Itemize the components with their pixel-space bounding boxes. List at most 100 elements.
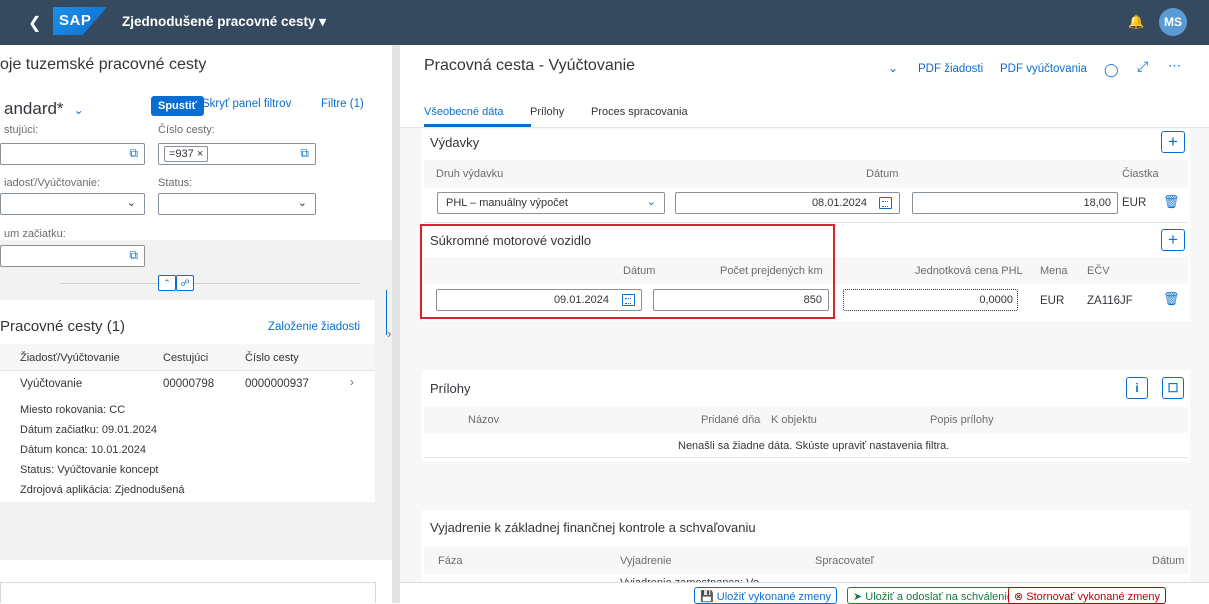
tab-selection-indicator <box>424 124 531 127</box>
pdf-request-link[interactable]: PDF žiadosti <box>918 63 983 75</box>
expenses-header <box>424 160 1188 188</box>
attachments-title: Prílohy <box>430 381 471 396</box>
col-expense-type: Druh výdavku <box>436 168 504 180</box>
col-processor: Spracovateľ <box>815 555 874 567</box>
amount-value: 18,00 <box>1083 197 1111 209</box>
notifications-icon[interactable]: 🔔 <box>1128 14 1144 30</box>
col-object: K objektu <box>771 414 817 426</box>
tab-process[interactable]: Proces spracovania <box>591 106 688 118</box>
unit-price-value: 0,0000 <box>979 294 1013 306</box>
amount-input[interactable]: 18,00 <box>912 192 1118 214</box>
status-select[interactable]: ⌄ <box>158 193 316 215</box>
divider <box>424 457 1188 458</box>
col-statement: Vyjadrenie <box>620 555 672 567</box>
control-title: Vyjadrenie k základnej finančnej kontrol… <box>430 520 756 535</box>
divider <box>424 222 1188 223</box>
expense-date-input[interactable]: 08.01.2024 <box>675 192 900 214</box>
save-label: Uložiť vykonané zmeny <box>716 591 831 603</box>
detail-start: Dátum začiatku: 09.01.2024 <box>20 424 157 436</box>
calendar-icon[interactable] <box>879 197 892 209</box>
collapse-header-icon[interactable]: ⌃ <box>158 275 176 291</box>
car-plate: ZA116JF <box>1087 295 1133 307</box>
expand-icon[interactable]: › <box>387 326 391 341</box>
expense-type-value: PHL – manuálny výpočet <box>446 197 568 209</box>
avatar[interactable]: MS <box>1159 8 1187 36</box>
tab-attachments[interactable]: Prílohy <box>530 106 564 118</box>
tab-general[interactable]: Všeobecné dáta <box>424 106 504 118</box>
table-row[interactable] <box>0 372 375 502</box>
pdf-settlement-link[interactable]: PDF vyúčtovania <box>1000 63 1087 75</box>
col-date: Dátum <box>1152 555 1185 567</box>
col-expense-date: Dátum <box>866 168 899 180</box>
add-expense-button[interactable]: + <box>1161 131 1185 153</box>
save-icon: 💾 <box>700 591 714 603</box>
col-added: Pridané dňa <box>701 414 761 426</box>
value-help-icon[interactable]: ⧉ <box>129 248 138 263</box>
info-icon[interactable]: i <box>1126 377 1148 399</box>
control-header <box>424 547 1188 574</box>
expense-date-value: 08.01.2024 <box>811 197 867 209</box>
col-type: Žiadosť/Vyúčtovanie <box>20 352 120 364</box>
chevron-down-icon: ⌄ <box>73 103 84 117</box>
footer-bar: 💾 Uložiť vykonané zmeny ➤ Uložiť a odosl… <box>400 582 1209 604</box>
left-page-title: oje tuzemské pracovné cesty <box>0 56 207 73</box>
col-trip-no: Číslo cesty <box>245 352 299 364</box>
filter-label-traveler: stujúci: <box>4 124 39 136</box>
expenses-title: Výdavky <box>430 135 480 150</box>
no-data-text: Nenašli sa žiadne dáta. Skúste upraviť n… <box>678 440 950 452</box>
trip-no-input[interactable]: =937 × ⧉ <box>158 143 316 165</box>
variant-selector[interactable]: andard* ⌄ <box>4 99 84 119</box>
col-traveler: Cestujúci <box>163 352 209 364</box>
back-icon[interactable]: ❮ <box>28 13 41 33</box>
send-icon: ➤ <box>853 591 863 603</box>
filters-link[interactable]: Filtre (1) <box>321 98 364 110</box>
more-icon[interactable]: ⋯ <box>1168 58 1181 74</box>
app-title-menu[interactable]: Zjednodušené pracovné cesty ▾ <box>122 14 326 30</box>
chevron-down-icon: ⌄ <box>646 196 656 208</box>
chevron-down-icon: ⌄ <box>297 197 307 209</box>
pin-header-icon[interactable]: ☍ <box>176 275 194 291</box>
go-button[interactable]: Spustiť <box>151 96 204 116</box>
row-traveler: 00000798 <box>163 378 215 390</box>
trip-token[interactable]: =937 × <box>164 146 209 162</box>
chevron-down-icon[interactable]: ⌄ <box>888 61 898 75</box>
start-date-input[interactable]: ⧉ <box>0 245 145 267</box>
col-plate: EČV <box>1087 265 1110 277</box>
splitter[interactable] <box>392 45 400 603</box>
detail-end: Dátum konca: 10.01.2024 <box>20 444 146 456</box>
cancel-label: Stornovať vykonané zmeny <box>1026 591 1161 603</box>
preview-icon[interactable]: ☐ <box>1162 377 1184 399</box>
type-select[interactable]: ⌄ <box>0 193 145 215</box>
object-title: Pracovná cesta - Vyúčtovanie <box>424 57 636 74</box>
highlight-box <box>420 224 835 319</box>
filter-divider <box>60 283 360 284</box>
filter-label-start-date: um začiatku: <box>4 228 66 240</box>
expense-type-select[interactable]: PHL – manuálny výpočet ⌄ <box>437 192 665 214</box>
glasses-icon[interactable]: ◯ <box>1104 62 1119 78</box>
unit-price-input[interactable]: 0,0000 <box>843 289 1018 311</box>
filter-label-type: iadosť/Vyúčtovanie: <box>4 177 101 189</box>
variant-name: andard* <box>4 99 64 118</box>
send-for-approval-button[interactable]: ➤ Uložiť a odoslať na schválenie <box>847 587 1019 604</box>
hide-filter-bar-link[interactable]: Skryť panel filtrov <box>202 98 291 110</box>
col-description: Popis prílohy <box>930 414 994 426</box>
col-phase: Fáza <box>438 555 463 567</box>
col-amount: Čiastka <box>1122 168 1159 180</box>
filter-label-status: Status: <box>158 177 193 189</box>
create-request-link[interactable]: Založenie žiadosti <box>268 321 360 333</box>
delete-expense-icon[interactable]: 🗑 <box>1163 194 1180 210</box>
delete-car-icon[interactable]: 🗑 <box>1163 291 1180 307</box>
row-nav-icon[interactable]: › <box>350 377 354 389</box>
value-help-icon[interactable]: ⧉ <box>300 146 309 161</box>
shell-bar: ❮ SAP Zjednodušené pracovné cesty ▾ 🔔 MS <box>0 0 1209 45</box>
cancel-changes-button[interactable]: ⊗ Stornovať vykonané zmeny <box>1008 587 1167 604</box>
add-car-button[interactable]: + <box>1161 229 1185 251</box>
value-help-icon[interactable]: ⧉ <box>129 146 138 161</box>
filter-label-trip-no: Číslo cesty: <box>158 124 215 136</box>
fullscreen-icon[interactable]: ⤢ <box>1137 58 1148 75</box>
detail-status: Status: Vyúčtovanie koncept <box>20 464 159 476</box>
col-currency: Mena <box>1040 265 1068 277</box>
row-type: Vyúčtovanie <box>20 378 83 390</box>
traveler-input[interactable]: ⧉ <box>0 143 145 165</box>
save-button[interactable]: 💾 Uložiť vykonané zmeny <box>694 587 837 604</box>
